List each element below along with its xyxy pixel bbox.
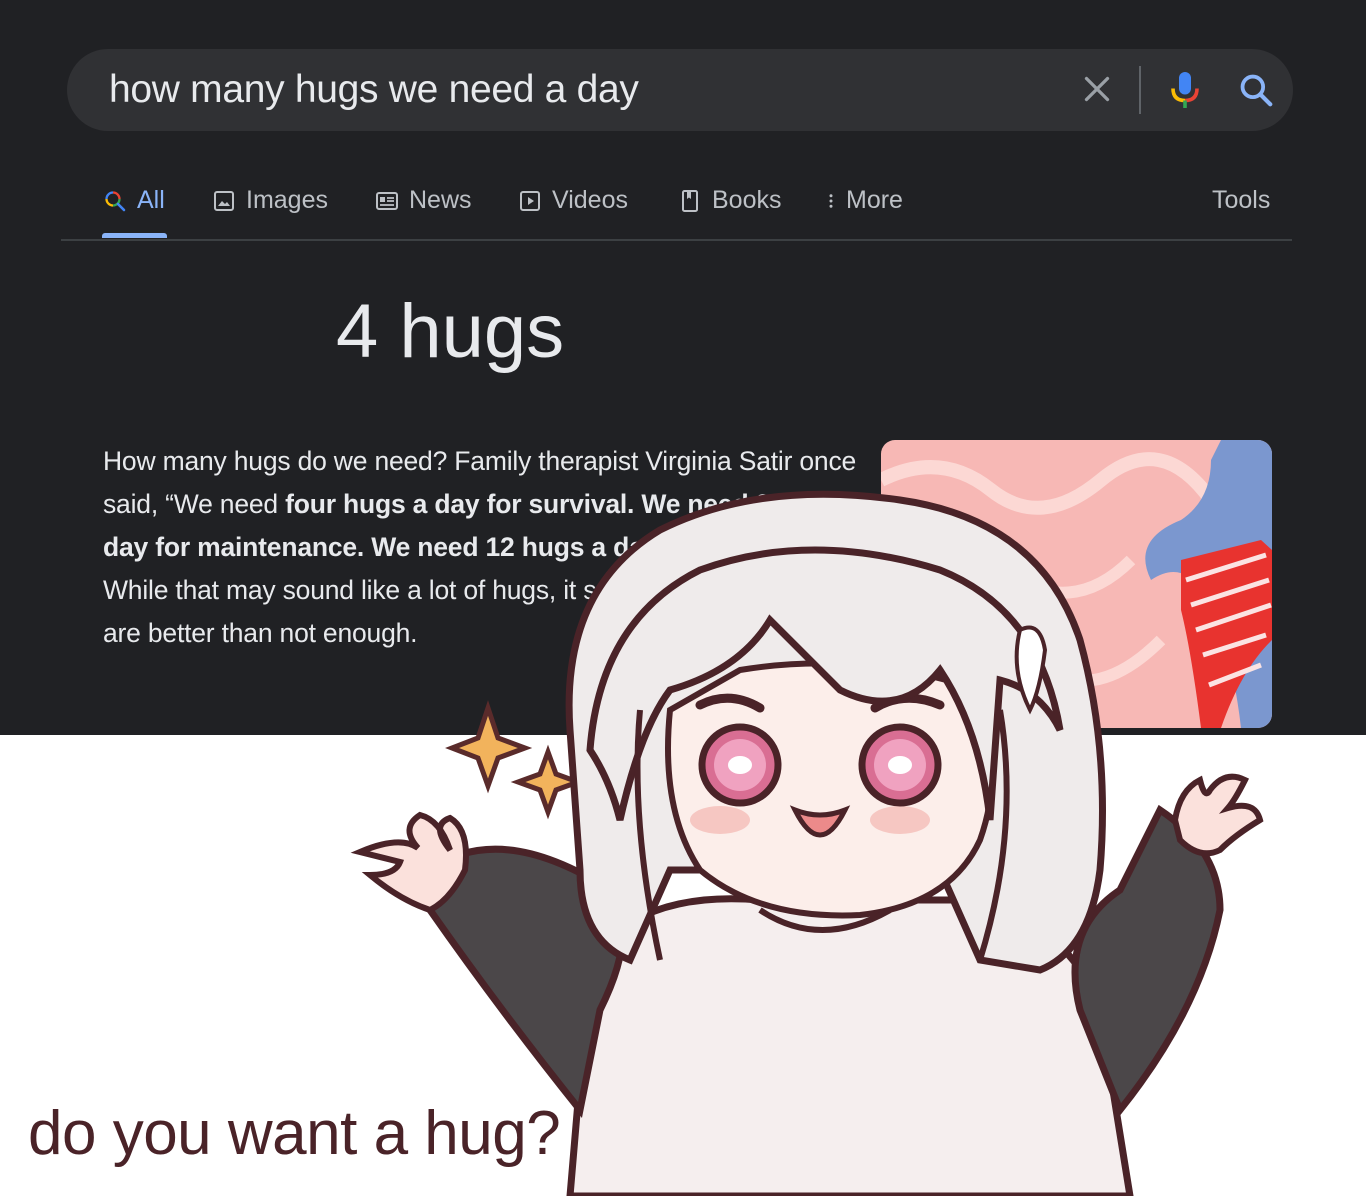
tab-label: More [846,186,903,214]
tab-label: Videos [552,186,628,214]
active-tab-indicator [102,233,167,238]
tab-books[interactable]: Books [678,186,781,215]
tabs-divider [61,239,1292,241]
tab-more[interactable]: More [822,186,903,215]
book-icon [682,189,698,212]
image-icon [214,190,234,211]
tab-images[interactable]: Images [212,186,328,215]
tab-videos[interactable]: Videos [518,186,628,215]
search-tabs: All Images News Videos Books More Tools [0,178,1366,238]
featured-answer: 4 hugs [336,289,565,374]
play-icon [520,190,540,211]
tab-label: All [137,186,165,214]
tab-label: Images [246,186,328,214]
tab-all[interactable]: All [103,186,165,215]
search-input[interactable]: how many hugs we need a day [109,68,639,112]
close-icon[interactable] [1079,71,1115,107]
microphone-icon[interactable] [1167,69,1203,111]
search-divider [1139,66,1141,114]
tab-news[interactable]: News [375,186,472,215]
tools-button[interactable]: Tools [1212,186,1270,215]
search-icon[interactable] [1237,71,1275,109]
tab-label: Books [712,186,782,214]
hugging-character-illustration [350,490,1264,1196]
meme-caption: do you want a hug? [28,1099,561,1168]
search-bar[interactable]: how many hugs we need a day [67,49,1293,131]
tab-label: News [409,186,472,214]
news-icon [376,191,398,210]
more-vertical-icon [829,193,833,208]
search-icon [105,190,126,211]
tools-label: Tools [1212,186,1271,214]
